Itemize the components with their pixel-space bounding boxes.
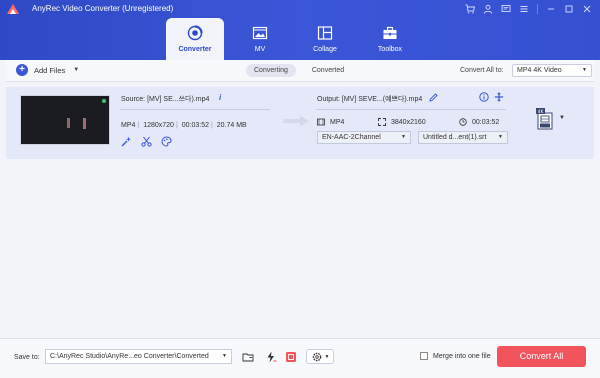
output-resolution: 3840x2160 [391,118,426,126]
view-segment: Converting Converted [246,64,352,77]
edit-tools [121,136,172,147]
header-bar: AnyRec Video Converter (Unregistered) Co… [0,0,600,60]
convert-all-format-select[interactable]: MP4 4K Video ▼ [512,64,592,77]
output-format: MP4 [330,118,345,126]
source-size: 20.74 MB [216,122,247,129]
status-dot-icon [102,99,106,103]
film-icon [317,118,325,126]
output-filename: Output: [MV] SEVE...(예쁘다).mp4 [317,96,423,103]
chevron-down-icon[interactable]: ▼ [559,115,565,121]
plus-icon: + [16,64,28,76]
output-info-icon[interactable] [479,92,489,102]
lightning-off-icon [267,351,276,362]
tab-converter[interactable]: Converter [166,18,224,60]
output-duration-meta: 00:03:52 [459,118,499,126]
info-icon[interactable]: i [219,93,229,103]
source-duration: 00:03:52 [181,122,209,129]
convert-all-button[interactable]: Convert All [497,346,586,367]
footer-bar: Save to: C:\AnyRec Studio\AnyRe...eo Con… [0,338,600,378]
settings-dropdown-button[interactable]: ▼ [306,349,334,364]
divider [120,109,270,110]
tab-toolbox-label: Toolbox [377,46,403,53]
gpu-acceleration-button[interactable] [283,349,298,364]
chevron-down-icon[interactable]: ▼ [73,67,79,73]
app-title: AnyRec Video Converter (Unregistered) [32,4,174,13]
window-controls [461,2,596,16]
tab-collage-label: Collage [313,46,337,53]
save-to-label: Save to: [14,354,40,361]
toolbox-icon [383,26,397,39]
chevron-down-icon: ▼ [498,134,503,140]
merge-checkbox-box[interactable] [420,352,428,360]
tab-collage[interactable]: Collage [296,18,354,60]
maximize-icon[interactable] [560,2,578,16]
segment-converting[interactable]: Converting [246,64,296,77]
title-divider [537,4,538,14]
source-filename: Source: [MV] SE...쓰다).mp4 [121,96,210,103]
converter-toolbar: + Add Files ▼ Converting Converted Conve… [6,60,594,82]
segment-converted[interactable]: Converted [304,64,352,77]
convert-all-label: Convert All to: [460,67,504,74]
hardware-acceleration-button[interactable] [263,349,278,364]
minimize-icon[interactable] [542,2,560,16]
gear-icon [312,352,321,361]
app-logo-icon [7,4,19,14]
clock-icon [459,118,467,126]
tab-converter-label: Converter [178,46,212,53]
source-metadata: MP4 | 1280x720 | 00:03:52 | 20.74 MB [121,122,247,129]
collage-icon [317,26,333,40]
feedback-icon[interactable] [497,2,515,16]
audio-track-value: EN-AAC-2Channel [322,134,381,141]
tab-mv[interactable]: MV [231,18,289,60]
format-badge-text: 4K [538,109,545,115]
chevron-down-icon: ▼ [324,353,330,360]
close-icon[interactable] [578,2,596,16]
subtitle-value: Untitled d...ent(1).srt [423,134,487,141]
output-settings-icon[interactable] [494,92,504,102]
palette-icon[interactable] [161,136,172,147]
mv-icon [252,26,268,40]
output-duration: 00:03:52 [472,118,500,126]
output-format-meta: MP4 [317,118,344,126]
merge-checkbox[interactable]: Merge into one file [420,352,491,360]
gpu-icon [285,351,296,362]
output-format-icon[interactable]: 4K [535,107,557,131]
source-resolution: 1280x720 [143,122,174,129]
chevron-down-icon: ▼ [222,353,227,359]
resize-icon [378,118,386,126]
add-files-label: Add Files [34,65,66,75]
chevron-down-icon: ▼ [582,67,587,73]
thumbnail-figure [67,118,70,128]
enhance-icon[interactable] [121,136,132,147]
chevron-down-icon: ▼ [401,134,406,140]
subtitle-select[interactable]: Untitled d...ent(1).srt ▼ [418,131,508,144]
tab-toolbox[interactable]: Toolbox [361,18,419,60]
folder-icon [242,353,253,361]
convert-all-format-value: MP4 4K Video [517,67,562,74]
thumbnail-figure [83,118,86,129]
rename-pen-icon[interactable] [429,93,438,102]
cart-icon[interactable] [461,2,479,16]
save-path-select[interactable]: C:\AnyRec Studio\AnyRe...eo Converter\Co… [45,349,232,364]
converter-icon [187,25,203,41]
app-window: AnyRec Video Converter (Unregistered) Co… [0,0,600,378]
file-item-row[interactable]: Source: [MV] SE...쓰다).mp4 i MP4 | 1280x72… [6,87,594,159]
cut-icon[interactable] [141,136,152,147]
source-format: MP4 [121,122,136,129]
tab-mv-label: MV [254,46,266,53]
convert-arrow-icon [283,115,309,127]
video-thumbnail[interactable] [20,95,110,145]
main-tabs: Converter MV Collage Toolbox [166,18,426,60]
open-folder-button[interactable] [240,349,255,364]
title-bar: AnyRec Video Converter (Unregistered) [0,0,600,18]
output-resolution-meta: 3840x2160 [378,118,426,126]
user-icon[interactable] [479,2,497,16]
menu-icon[interactable] [515,2,533,16]
divider [316,109,506,110]
merge-label: Merge into one file [433,352,491,360]
add-files-button[interactable]: + Add Files ▼ [16,64,79,76]
audio-track-select[interactable]: EN-AAC-2Channel ▼ [317,131,411,144]
save-path-value: C:\AnyRec Studio\AnyRe...eo Converter\Co… [50,353,209,360]
